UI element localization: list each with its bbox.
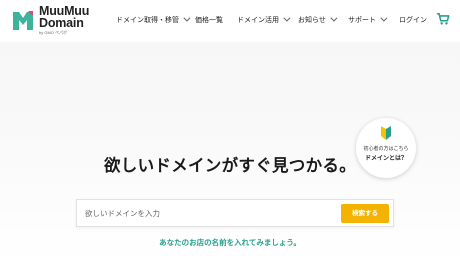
chevron-down-icon — [283, 14, 291, 22]
chevron-down-icon — [183, 14, 191, 22]
chevron-down-icon — [330, 14, 338, 22]
nav-item-support[interactable]: サポート — [348, 14, 388, 26]
logo-wordmark: MuuMuu Domain — [39, 5, 89, 30]
login-link[interactable]: ログイン — [399, 14, 427, 26]
nav-label: ドメイン取得・移管 — [116, 16, 179, 24]
nav-label: ドメイン活用 — [237, 16, 279, 24]
domain-search-form: 検索する — [76, 199, 394, 227]
nav-item-price-list[interactable]: 価格一覧 — [195, 14, 223, 26]
chevron-down-icon — [380, 14, 388, 22]
beginner-mark-icon — [381, 126, 391, 140]
domain-search-input[interactable] — [85, 200, 335, 226]
logo-line-2: Domain — [39, 15, 84, 30]
nav-label: ログイン — [399, 16, 427, 24]
logo-mark-icon — [13, 11, 33, 30]
hero-subline: あなたのお店の名前を入れてみましょう。 — [159, 238, 301, 247]
nav-label: サポート — [348, 16, 376, 24]
nav-item-domain-register[interactable]: ドメイン取得・移管 — [116, 14, 191, 26]
beginner-caption: 初心者の方はこちら — [363, 146, 409, 152]
logo-byline: by GMO ペパボ — [39, 30, 68, 35]
nav-item-domain-usage[interactable]: ドメイン活用 — [237, 14, 291, 26]
cart-icon[interactable] — [436, 12, 450, 26]
nav-label: 価格一覧 — [195, 16, 223, 24]
hero-headline: 欲しいドメインがすぐ見つかる。 — [104, 156, 356, 175]
nav-item-news[interactable]: お知らせ — [298, 14, 338, 26]
muumuu-domain-logo[interactable]: MuuMuu Domain by GMO ペパボ — [11, 5, 95, 36]
search-button[interactable]: 検索する — [341, 204, 389, 223]
site-header: MuuMuu Domain by GMO ペパボ ドメイン取得・移管 価格一覧 … — [0, 0, 460, 42]
nav-label: お知らせ — [298, 16, 326, 24]
